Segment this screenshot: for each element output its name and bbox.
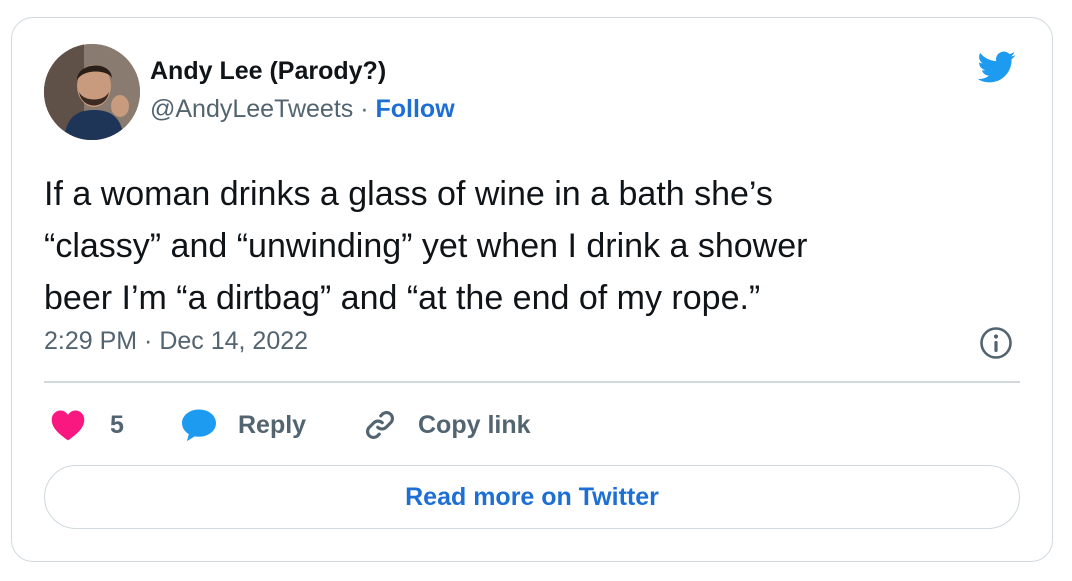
- tweet-text: If a woman drinks a glass of wine in a b…: [44, 175, 808, 317]
- reply-label: Reply: [238, 410, 307, 439]
- copy-link-label: Copy link: [418, 410, 531, 439]
- avatar-photo: [44, 44, 140, 140]
- heart-icon: [51, 410, 85, 441]
- handle-line: @AndyLeeTweets · Follow: [150, 95, 455, 124]
- speech-bubble-icon: [182, 409, 216, 442]
- divider: [44, 381, 1020, 383]
- separator-dot: ·: [353, 95, 376, 123]
- reply-button[interactable]: Reply: [180, 404, 306, 446]
- avatar[interactable]: [44, 44, 140, 140]
- like-button[interactable]: 5: [50, 404, 124, 446]
- follow-link[interactable]: Follow: [376, 95, 455, 123]
- twitter-bird-icon[interactable]: [972, 47, 1020, 87]
- tweet-timestamp[interactable]: 2:29 PM · Dec 14, 2022: [44, 327, 308, 356]
- like-count: 5: [110, 410, 124, 439]
- copy-link-button[interactable]: Copy link: [362, 404, 531, 446]
- link-icon: [365, 410, 395, 440]
- read-more-button[interactable]: Read more on Twitter: [44, 465, 1020, 529]
- info-icon[interactable]: [978, 325, 1014, 361]
- user-handle[interactable]: @AndyLeeTweets: [150, 95, 353, 123]
- display-name[interactable]: Andy Lee (Parody?): [150, 57, 386, 86]
